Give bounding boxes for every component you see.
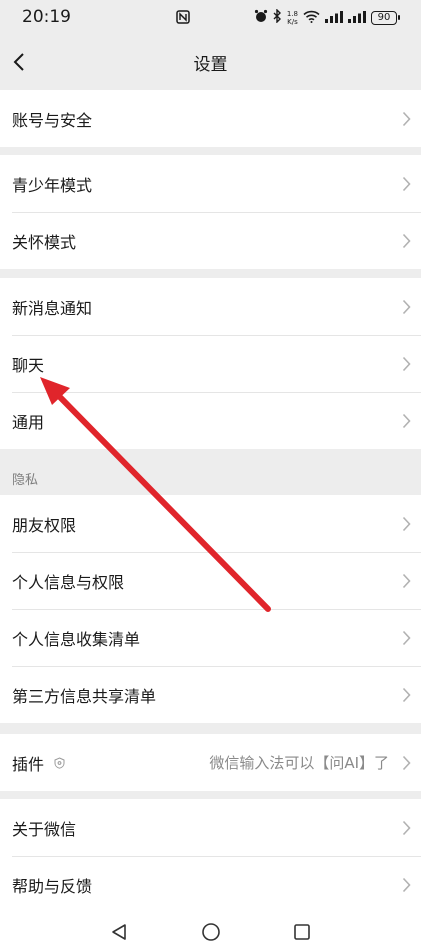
network-speed-unit: K/s: [287, 17, 298, 26]
settings-item-info-collection-list[interactable]: 个人信息收集清单: [0, 609, 421, 666]
settings-item-general[interactable]: 通用: [0, 392, 421, 449]
chevron-right-icon: [402, 516, 411, 531]
system-recents-button[interactable]: [290, 921, 314, 943]
settings-item-label: 帮助与反馈: [12, 876, 93, 896]
group-general: 新消息通知 聊天 通用: [0, 278, 421, 449]
settings-item-label: 通用: [12, 412, 45, 432]
nav-bar: 设置: [0, 34, 421, 90]
settings-item-label: 插件: [12, 754, 45, 774]
settings-item-personal-info-permissions[interactable]: 个人信息与权限: [0, 552, 421, 609]
chevron-right-icon: [402, 111, 411, 126]
chevron-right-icon: [402, 687, 411, 702]
triangle-back-icon: [112, 924, 126, 940]
chevron-right-icon: [402, 356, 411, 371]
settings-item-label: 朋友权限: [12, 515, 77, 535]
system-home-button[interactable]: [199, 921, 223, 943]
group-plugins: 插件 微信输入法可以【问AI】了: [0, 734, 421, 791]
settings-item-chat[interactable]: 聊天: [0, 335, 421, 392]
group-privacy: 朋友权限 个人信息与权限 个人信息收集清单 第三方信息共享清单: [0, 495, 421, 723]
wifi-icon: [303, 8, 320, 27]
nfc-icon: [176, 9, 190, 28]
settings-item-account-security[interactable]: 账号与安全: [0, 90, 421, 147]
settings-item-care-mode[interactable]: 关怀模式: [0, 212, 421, 269]
settings-item-label: 新消息通知: [12, 298, 93, 318]
shield-icon: [54, 756, 65, 769]
chevron-right-icon: [402, 755, 411, 770]
chevron-right-icon: [402, 176, 411, 191]
signal-icon: [348, 8, 366, 27]
settings-item-label: 第三方信息共享清单: [12, 686, 157, 706]
settings-item-label: 账号与安全: [12, 110, 93, 130]
settings-item-label: 关怀模式: [12, 232, 77, 252]
settings-item-friend-permissions[interactable]: 朋友权限: [0, 495, 421, 552]
network-speed-value: 1.8: [286, 9, 298, 18]
chevron-right-icon: [402, 877, 411, 892]
status-time: 20:19: [22, 7, 71, 27]
settings-item-label: 个人信息与权限: [12, 572, 125, 592]
chevron-right-icon: [402, 630, 411, 645]
status-icons: 1.8 K/s 90: [254, 8, 400, 27]
plugin-promo-text: 微信输入法可以【问AI】了: [209, 754, 389, 772]
system-back-button[interactable]: [107, 921, 131, 943]
settings-item-youth-mode[interactable]: 青少年模式: [0, 155, 421, 212]
battery-indicator: 90: [371, 10, 400, 25]
settings-item-help-feedback[interactable]: 帮助与反馈: [0, 856, 421, 913]
settings-item-third-party-sharing-list[interactable]: 第三方信息共享清单: [0, 666, 421, 723]
group-account: 账号与安全: [0, 90, 421, 147]
chevron-right-icon: [402, 233, 411, 248]
group-about: 关于微信 帮助与反馈: [0, 799, 421, 913]
system-nav-bar: [0, 913, 421, 949]
settings-item-about-wechat[interactable]: 关于微信: [0, 799, 421, 856]
chevron-right-icon: [402, 573, 411, 588]
chevron-right-icon: [402, 413, 411, 428]
page-title: 设置: [193, 55, 228, 75]
signal-icon: [325, 8, 343, 27]
chevron-right-icon: [402, 299, 411, 314]
square-recents-icon: [294, 924, 310, 940]
settings-item-label: 青少年模式: [12, 175, 93, 195]
status-bar: 20:19 1.8 K/s 90: [0, 0, 421, 34]
group-modes: 青少年模式 关怀模式: [0, 155, 421, 269]
circle-home-icon: [202, 923, 220, 941]
chevron-right-icon: [402, 820, 411, 835]
settings-item-notifications[interactable]: 新消息通知: [0, 278, 421, 335]
settings-item-label: 关于微信: [12, 819, 77, 839]
settings-item-label: 聊天: [12, 355, 45, 375]
bluetooth-icon: [273, 8, 282, 27]
section-title-privacy: 隐私: [12, 473, 39, 488]
alarm-icon: [254, 8, 268, 27]
settings-item-plugins[interactable]: 插件 微信输入法可以【问AI】了: [0, 734, 421, 791]
network-speed: 1.8 K/s: [287, 10, 298, 26]
settings-item-label: 个人信息收集清单: [12, 629, 141, 649]
